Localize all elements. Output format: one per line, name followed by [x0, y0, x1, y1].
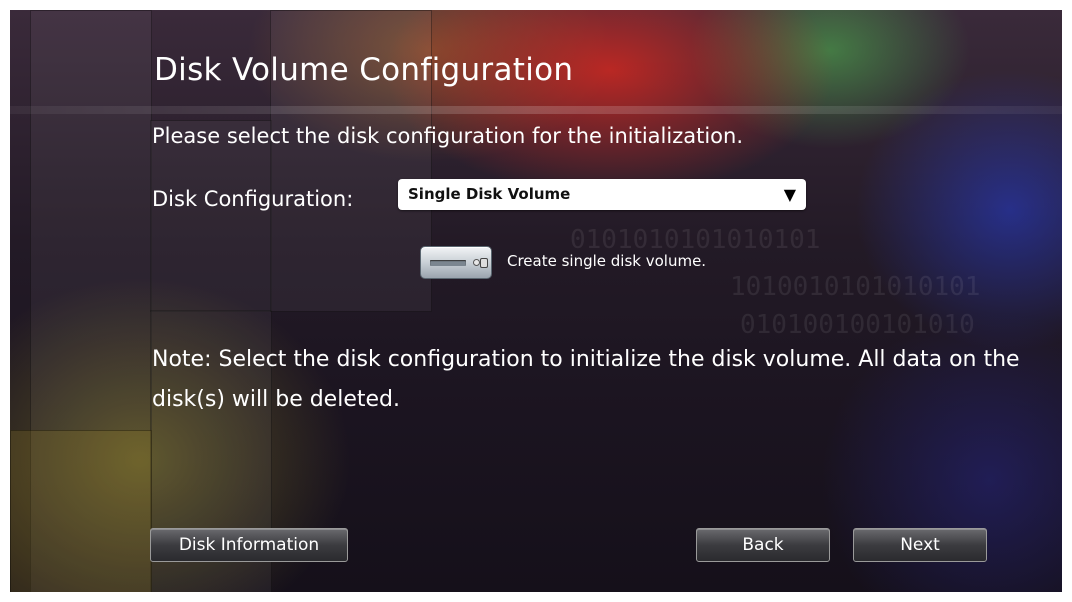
disk-configuration-select[interactable]: Single Disk Volume ▼ [398, 179, 806, 210]
disk-lock [480, 258, 488, 268]
background-band [10, 106, 1062, 114]
background-panel [150, 120, 272, 312]
disk-slot [430, 260, 466, 266]
disk-configuration-value: Single Disk Volume [408, 185, 571, 203]
hard-disk-icon [420, 246, 492, 279]
back-button[interactable]: Back [696, 528, 830, 562]
disk-led [473, 259, 480, 266]
background-binary: 0101010101010101 [570, 225, 821, 255]
page-title: Disk Volume Configuration [154, 52, 574, 88]
next-button[interactable]: Next [853, 528, 987, 562]
setup-screen: 0101010101010101 1010010101010101 010100… [10, 10, 1062, 592]
warning-note: Note: Select the disk configuration to i… [152, 347, 1020, 412]
background-panel [10, 430, 152, 592]
disk-configuration-label: Disk Configuration: [152, 187, 354, 211]
disk-information-button[interactable]: Disk Information [150, 528, 348, 562]
disk-configuration-description: Create single disk volume. [507, 252, 707, 270]
background-binary: 1010010101010101 [730, 272, 981, 302]
dropdown-arrow-icon: ▼ [783, 185, 796, 204]
instruction-text: Please select the disk configuration for… [152, 124, 744, 148]
background-binary: 010100100101010 [740, 310, 975, 340]
